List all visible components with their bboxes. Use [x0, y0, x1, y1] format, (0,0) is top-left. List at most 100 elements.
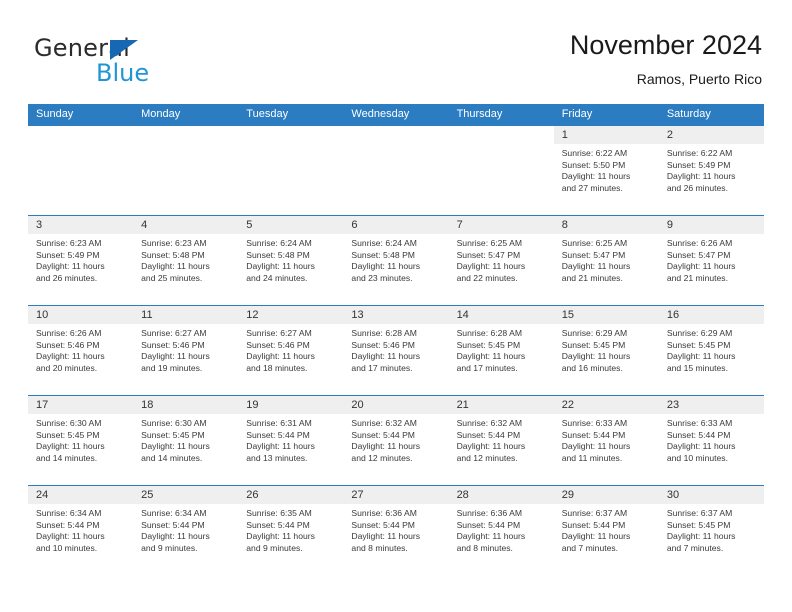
day-cell-14[interactable]: 14 Sunrise: 6:28 AM Sunset: 5:45 PM Dayl…	[448, 305, 554, 395]
day-details: Sunrise: 6:34 AM Sunset: 5:44 PM Dayligh…	[28, 504, 133, 554]
calendar-week-row: 1 Sunrise: 6:22 AM Sunset: 5:50 PM Dayli…	[28, 125, 764, 215]
day-cell-27[interactable]: 27 Sunrise: 6:36 AM Sunset: 5:44 PM Dayl…	[343, 485, 449, 575]
daylight-text-line1: Daylight: 11 hours	[666, 441, 736, 452]
day-number-band: 13	[343, 306, 449, 324]
day-cell-17[interactable]: 17 Sunrise: 6:30 AM Sunset: 5:45 PM Dayl…	[28, 395, 134, 485]
day-cell-21[interactable]: 21 Sunrise: 6:32 AM Sunset: 5:44 PM Dayl…	[448, 395, 554, 485]
day-cell-4[interactable]: 4 Sunrise: 6:23 AM Sunset: 5:48 PM Dayli…	[133, 215, 239, 305]
daylight-text-line1: Daylight: 11 hours	[36, 261, 105, 272]
sunrise-text: Sunrise: 6:32 AM	[456, 418, 523, 428]
sunrise-text: Sunrise: 6:22 AM	[666, 148, 733, 158]
weekday-header-row: Sunday Monday Tuesday Wednesday Thursday…	[28, 104, 764, 125]
daylight-text-line1: Daylight: 11 hours	[351, 351, 421, 362]
sunset-text: Sunset: 5:50 PM	[561, 159, 626, 170]
day-number: 24	[36, 489, 49, 501]
day-number-band	[343, 126, 448, 144]
day-number: 19	[246, 399, 259, 411]
daylight-text-line2: and 10 minutes.	[36, 542, 98, 553]
day-cell-6[interactable]: 6 Sunrise: 6:24 AM Sunset: 5:48 PM Dayli…	[343, 215, 449, 305]
day-cell-5[interactable]: 5 Sunrise: 6:24 AM Sunset: 5:48 PM Dayli…	[238, 215, 344, 305]
sunrise-text: Sunrise: 6:30 AM	[36, 418, 102, 428]
sunset-text: Sunset: 5:45 PM	[36, 429, 100, 440]
day-number-band: 29	[553, 486, 659, 504]
day-cell-11[interactable]: 11 Sunrise: 6:27 AM Sunset: 5:46 PM Dayl…	[133, 305, 239, 395]
day-cell-12[interactable]: 12 Sunrise: 6:27 AM Sunset: 5:46 PM Dayl…	[238, 305, 344, 395]
day-cell-30[interactable]: 30 Sunrise: 6:37 AM Sunset: 5:45 PM Dayl…	[658, 485, 764, 575]
day-number: 3	[36, 219, 43, 231]
day-details: Sunrise: 6:26 AM Sunset: 5:47 PM Dayligh…	[659, 234, 764, 284]
day-cell-22[interactable]: 22 Sunrise: 6:33 AM Sunset: 5:44 PM Dayl…	[553, 395, 659, 485]
weekday-header-friday: Friday	[561, 108, 593, 120]
day-cell-3[interactable]: 3 Sunrise: 6:23 AM Sunset: 5:49 PM Dayli…	[28, 215, 134, 305]
day-details: Sunrise: 6:31 AM Sunset: 5:44 PM Dayligh…	[238, 414, 343, 464]
day-number: 7	[456, 219, 463, 231]
day-cell-15[interactable]: 15 Sunrise: 6:29 AM Sunset: 5:45 PM Dayl…	[553, 305, 659, 395]
day-cell-10[interactable]: 10 Sunrise: 6:26 AM Sunset: 5:46 PM Dayl…	[28, 305, 134, 395]
sunrise-text: Sunrise: 6:23 AM	[36, 238, 102, 248]
day-details: Sunrise: 6:24 AM Sunset: 5:48 PM Dayligh…	[343, 234, 448, 284]
generalblue-logo[interactable]: General Blue	[34, 34, 224, 92]
daylight-text-line2: and 19 minutes.	[141, 362, 203, 373]
day-number-band: 16	[658, 306, 764, 324]
daylight-text-line1: Daylight: 11 hours	[666, 171, 736, 182]
daylight-text-line2: and 25 minutes.	[141, 272, 203, 283]
day-cell-19[interactable]: 19 Sunrise: 6:31 AM Sunset: 5:44 PM Dayl…	[238, 395, 344, 485]
day-details	[343, 144, 448, 148]
day-cell-20[interactable]: 20 Sunrise: 6:32 AM Sunset: 5:44 PM Dayl…	[343, 395, 449, 485]
sunset-text: Sunset: 5:48 PM	[141, 249, 205, 260]
day-cell-25[interactable]: 25 Sunrise: 6:34 AM Sunset: 5:44 PM Dayl…	[133, 485, 239, 575]
day-number-band: 24	[28, 486, 134, 504]
day-number-band: 18	[133, 396, 239, 414]
sunrise-text: Sunrise: 6:22 AM	[561, 148, 628, 158]
day-cell-24[interactable]: 24 Sunrise: 6:34 AM Sunset: 5:44 PM Dayl…	[28, 485, 134, 575]
sunrise-text: Sunrise: 6:32 AM	[351, 418, 417, 428]
day-number-band: 23	[658, 396, 764, 414]
daylight-text-line1: Daylight: 11 hours	[246, 441, 315, 452]
day-number-band: 30	[658, 486, 764, 504]
day-number: 22	[561, 399, 574, 411]
day-number: 1	[561, 129, 568, 141]
day-cell-28[interactable]: 28 Sunrise: 6:36 AM Sunset: 5:44 PM Dayl…	[448, 485, 554, 575]
sunset-text: Sunset: 5:45 PM	[561, 339, 626, 350]
day-cell-29[interactable]: 29 Sunrise: 6:37 AM Sunset: 5:44 PM Dayl…	[553, 485, 659, 575]
day-number: 8	[561, 219, 568, 231]
day-number-band: 10	[28, 306, 134, 324]
sunrise-text: Sunrise: 6:33 AM	[561, 418, 628, 428]
day-details: Sunrise: 6:23 AM Sunset: 5:49 PM Dayligh…	[28, 234, 133, 284]
day-details	[449, 144, 554, 148]
sunrise-text: Sunrise: 6:28 AM	[456, 328, 523, 338]
day-cell-2[interactable]: 2 Sunrise: 6:22 AM Sunset: 5:49 PM Dayli…	[658, 125, 764, 215]
sunrise-text: Sunrise: 6:24 AM	[351, 238, 417, 248]
day-cell-16[interactable]: 16 Sunrise: 6:29 AM Sunset: 5:45 PM Dayl…	[658, 305, 764, 395]
day-cell-9[interactable]: 9 Sunrise: 6:26 AM Sunset: 5:47 PM Dayli…	[658, 215, 764, 305]
sunset-text: Sunset: 5:44 PM	[561, 429, 626, 440]
sunset-text: Sunset: 5:48 PM	[351, 249, 415, 260]
day-cell-7[interactable]: 7 Sunrise: 6:25 AM Sunset: 5:47 PM Dayli…	[448, 215, 554, 305]
day-cell-13[interactable]: 13 Sunrise: 6:28 AM Sunset: 5:46 PM Dayl…	[343, 305, 449, 395]
sunset-text: Sunset: 5:44 PM	[666, 429, 731, 440]
day-number: 20	[351, 399, 364, 411]
day-details: Sunrise: 6:22 AM Sunset: 5:49 PM Dayligh…	[659, 144, 764, 194]
day-number: 14	[456, 309, 469, 321]
daylight-text-line2: and 8 minutes.	[351, 542, 408, 553]
weekday-header-tuesday: Tuesday	[246, 108, 289, 120]
day-cell-18[interactable]: 18 Sunrise: 6:30 AM Sunset: 5:45 PM Dayl…	[133, 395, 239, 485]
daylight-text-line1: Daylight: 11 hours	[141, 531, 210, 542]
day-cell-23[interactable]: 23 Sunrise: 6:33 AM Sunset: 5:44 PM Dayl…	[658, 395, 764, 485]
day-number-band: 19	[238, 396, 344, 414]
day-cell-1[interactable]: 1 Sunrise: 6:22 AM Sunset: 5:50 PM Dayli…	[553, 125, 659, 215]
sunrise-text: Sunrise: 6:36 AM	[351, 508, 417, 518]
day-number: 2	[666, 129, 673, 141]
day-number: 4	[141, 219, 148, 231]
calendar-week-row: 24 Sunrise: 6:34 AM Sunset: 5:44 PM Dayl…	[28, 485, 764, 575]
daylight-text-line1: Daylight: 11 hours	[246, 261, 315, 272]
day-details: Sunrise: 6:37 AM Sunset: 5:45 PM Dayligh…	[659, 504, 764, 554]
day-cell-8[interactable]: 8 Sunrise: 6:25 AM Sunset: 5:47 PM Dayli…	[553, 215, 659, 305]
day-number: 5	[246, 219, 253, 231]
day-cell-26[interactable]: 26 Sunrise: 6:35 AM Sunset: 5:44 PM Dayl…	[238, 485, 344, 575]
sunset-text: Sunset: 5:46 PM	[141, 339, 205, 350]
sunrise-text: Sunrise: 6:29 AM	[666, 328, 733, 338]
calendar-week-row: 17 Sunrise: 6:30 AM Sunset: 5:45 PM Dayl…	[28, 395, 764, 485]
daylight-text-line2: and 21 minutes.	[561, 272, 623, 283]
daylight-text-line2: and 13 minutes.	[246, 452, 308, 463]
